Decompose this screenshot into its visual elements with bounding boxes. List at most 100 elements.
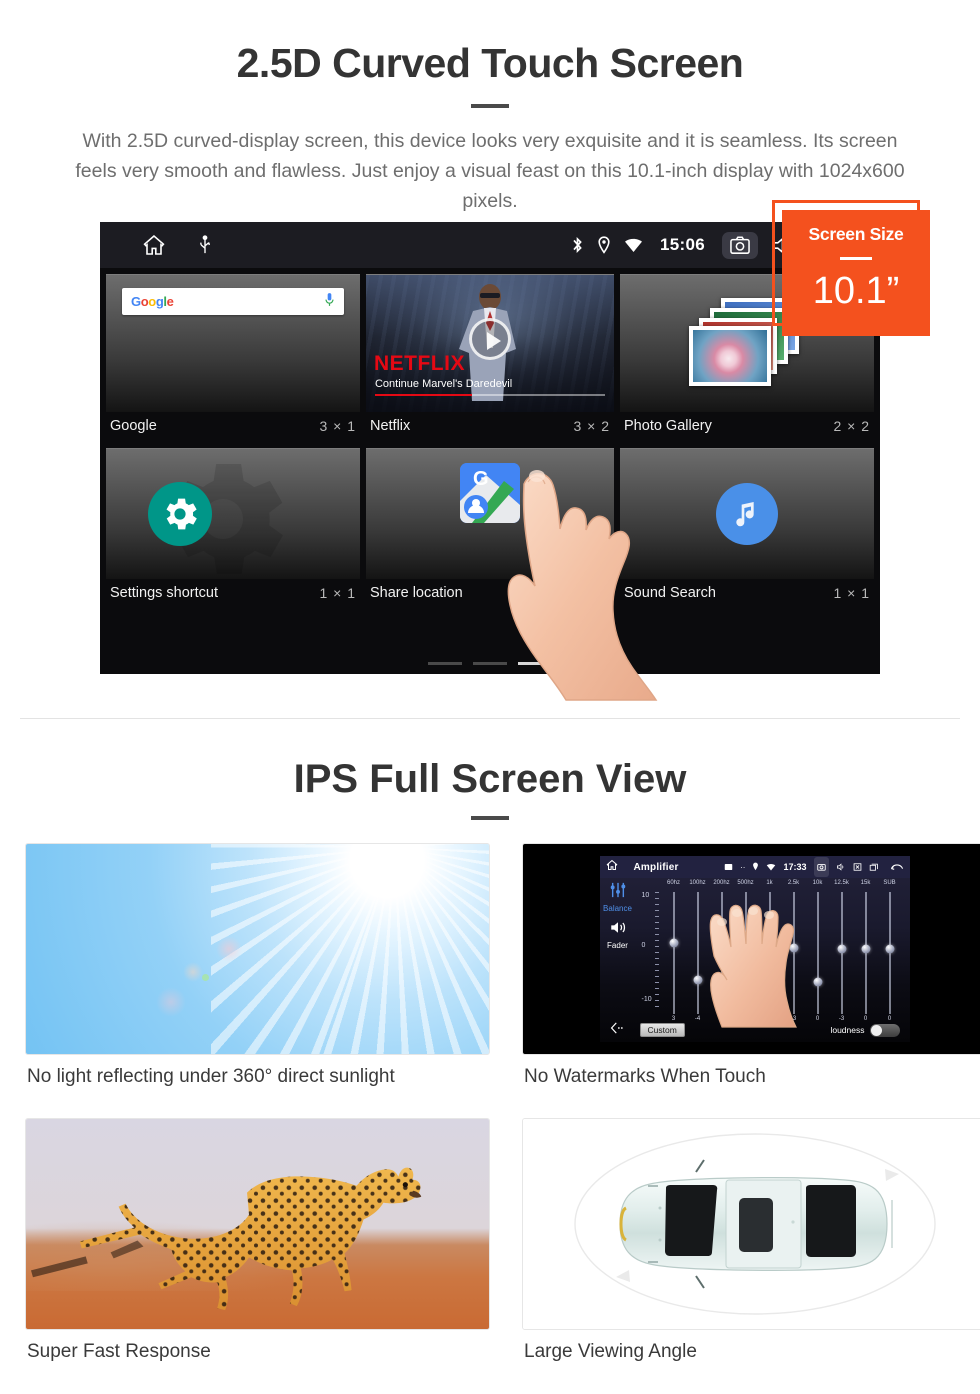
camera-icon[interactable] [722,231,758,259]
band-slider[interactable] [830,892,854,1014]
widget-label: Sound Search [624,585,716,601]
widget-share-location-thumbnail[interactable]: G [365,448,615,579]
band-slider[interactable] [878,892,902,1014]
band-label: 100hz [689,880,706,886]
band-label: 500hz [737,880,754,886]
feature-tile-viewing-angle: Large Viewing Angle [522,1118,980,1381]
netflix-progress-bar [374,394,606,396]
android-status-bar: 15:06 [100,222,880,268]
band-label: 2.5k [787,880,800,886]
feature-tile-watermarks: Amplifier ·· 17:33 Balance Fader 60hz 10… [522,843,980,1106]
netflix-subtitle: Continue Marvel's Daredevil [374,378,513,390]
speaker-icon[interactable] [609,920,627,940]
camera-icon[interactable] [813,857,829,877]
amplifier-sidebar: Balance Fader [600,878,636,1042]
sidebar-item-fader[interactable]: Fader [607,941,628,950]
close-icon[interactable] [853,858,862,876]
ellipsis-icon: ·· [740,862,746,872]
band-label: 1k [766,880,773,886]
feature-caption: No light reflecting under 360° direct su… [27,1066,395,1087]
band-slider[interactable] [782,892,806,1014]
wifi-icon [766,858,776,876]
widget-share-location[interactable]: G Share location 1 × 1 [365,448,615,609]
band-sliders[interactable] [662,892,902,1014]
section-divider [20,718,960,719]
running-cheetah-image [25,1118,490,1330]
badge-label: Screen Size [808,224,904,244]
feature-grid: No light reflecting under 360° direct su… [25,843,980,1393]
badge-value: 10.1” [812,270,900,312]
back-arrow-icon[interactable] [890,858,904,876]
band-label: 60hz [666,880,680,886]
section2-title: IPS Full Screen View [293,757,687,801]
page-dot-1[interactable] [428,662,462,665]
feature-caption: Large Viewing Angle [524,1341,697,1362]
widget-sound-search-thumbnail[interactable] [620,448,874,579]
microphone-icon[interactable] [324,292,335,312]
gear-icon [148,482,212,546]
scale-label-top: 10 [641,892,650,899]
sidebar-item-balance[interactable]: Balance [603,904,632,913]
android-screenshot: 15:06 Google Google 3 × 1 NETFLIX Contin… [100,200,930,701]
band-slider[interactable] [734,892,758,1014]
band-label: SUB [883,880,896,886]
loudness-toggle[interactable] [869,1023,900,1037]
widget-settings-shortcut[interactable]: Settings shortcut 1 × 1 [106,448,360,609]
status-clock: 15:06 [660,235,705,254]
recents-icon[interactable] [869,858,879,876]
widget-sound-search[interactable]: Sound Search 1 × 1 [620,448,874,609]
play-icon[interactable] [469,318,511,361]
feature-caption: Super Fast Response [27,1341,211,1362]
preset-button[interactable]: Custom [639,1023,685,1037]
amplifier-status-bar: Amplifier ·· 17:33 [599,856,910,878]
home-icon[interactable] [142,233,166,257]
back-arrow-icon[interactable] [610,1021,626,1039]
band-slider[interactable] [710,892,734,1014]
blue-sky-sun-image [25,843,490,1055]
product-feature-page: 2.5D Curved Touch Screen With 2.5D curve… [0,0,980,1394]
google-search-bar[interactable]: Google [122,288,344,315]
widget-netflix[interactable]: NETFLIX Continue Marvel's Daredevil Netf… [365,274,615,442]
music-note-icon [716,483,778,545]
feature-row-2: Super Fast Response Large Viewing Angle [25,1118,980,1381]
page-dot-3[interactable] [518,662,552,665]
location-icon [597,236,611,254]
page-indicator[interactable] [100,662,880,665]
usb-icon[interactable] [196,235,214,255]
sliders-icon[interactable] [609,882,627,903]
widget-size: 2 × 2 [833,418,870,434]
band-label: 10k [812,880,823,886]
equalizer-screen-image: Amplifier ·· 17:33 Balance Fader 60hz 10… [522,843,980,1055]
band-slider[interactable] [686,892,710,1014]
scale-ticks [654,892,659,1012]
home-icon[interactable] [606,858,618,876]
feature-row-1: No light reflecting under 360° direct su… [25,843,980,1106]
widget-label: Netflix [369,418,411,434]
gain-scale: 10 0 -10 [642,892,662,1012]
widget-settings-thumbnail[interactable] [106,448,360,579]
widget-label: Settings shortcut [110,585,218,601]
loudness-label: loudness [830,1025,865,1035]
widget-size: 3 × 2 [573,418,611,434]
feature-tile-response: Super Fast Response [25,1118,490,1381]
google-maps-icon: G [460,463,520,523]
band-slider[interactable] [662,892,686,1014]
widget-google-thumbnail[interactable]: Google [106,274,360,412]
widget-label: Photo Gallery [624,418,712,434]
volume-icon[interactable] [836,858,846,876]
amplifier-bottom-bar: Custom loudness [600,1020,910,1040]
widget-google[interactable]: Google Google 3 × 1 [106,274,360,442]
band-slider[interactable] [758,892,782,1014]
car-top-view-image [522,1118,980,1330]
widget-netflix-thumbnail[interactable]: NETFLIX Continue Marvel's Daredevil [365,274,615,412]
bluetooth-icon [571,236,584,254]
feature-tile-sunlight: No light reflecting under 360° direct su… [25,843,490,1106]
wifi-icon [624,237,643,253]
widget-label: Share location [369,585,463,601]
widget-size: 1 × 1 [833,585,870,601]
band-slider[interactable] [854,892,878,1014]
band-label: 12.5k [834,880,849,886]
page-dot-2[interactable] [473,662,507,665]
band-slider[interactable] [806,892,830,1014]
svg-text:G: G [473,468,489,490]
